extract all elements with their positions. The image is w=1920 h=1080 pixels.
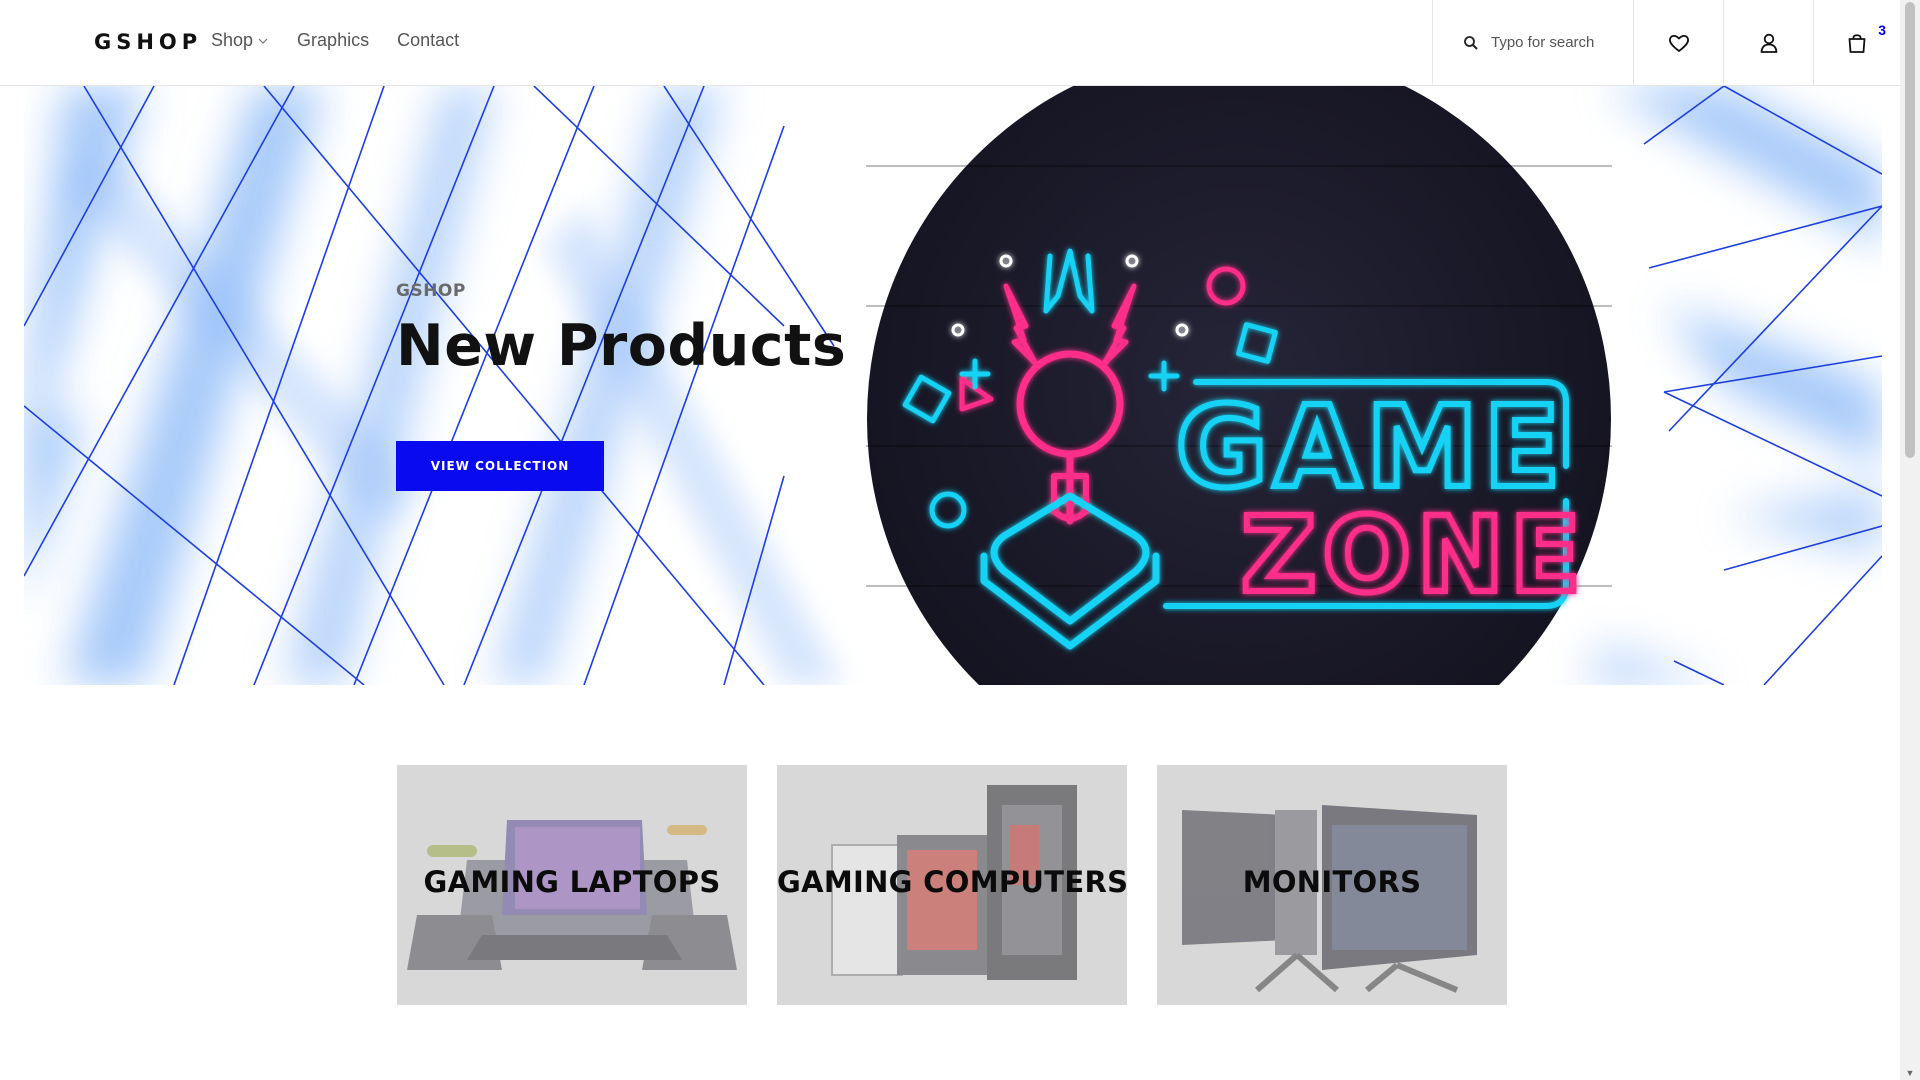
site-logo[interactable]: GSHOP — [94, 30, 202, 54]
game-zone-text-zone: ZONE — [1241, 494, 1587, 616]
account-button[interactable] — [1723, 0, 1813, 86]
game-zone-neon-image: GAME ZONE — [866, 86, 1612, 685]
search-box — [1432, 0, 1633, 86]
view-collection-button[interactable]: VIEW COLLECTION — [396, 441, 604, 491]
chevron-down-icon — [258, 38, 268, 44]
category-card-gaming-laptops[interactable]: GAMING LAPTOPS — [397, 765, 747, 1005]
nav-item-label: Graphics — [297, 30, 370, 50]
nav-item-contact[interactable]: Contact — [397, 30, 459, 51]
user-icon — [1760, 33, 1777, 53]
nav-item-label: Contact — [397, 30, 460, 50]
category-card-monitors[interactable]: MONITORS — [1157, 765, 1507, 1005]
main-nav: Shop Graphics Contact — [211, 30, 459, 51]
category-label: GAMING LAPTOPS — [423, 865, 721, 899]
hero-title: New Products — [396, 313, 847, 379]
nav-item-label: Shop — [211, 30, 254, 50]
cart-count-badge: 3 — [1878, 22, 1886, 38]
category-label: GAMING COMPUTERS — [777, 865, 1127, 899]
hero-banner: GAME ZONE GSHOP New Products VIEW COLLEC… — [24, 86, 1882, 685]
cart-button[interactable]: 3 — [1813, 0, 1900, 86]
scroll-down-arrow-icon[interactable]: ▼ — [1905, 1068, 1915, 1078]
category-grid: GAMING LAPTOPS GAMING COMPUTERS MONITORS — [397, 765, 1507, 1005]
hero-eyebrow: GSHOP — [396, 281, 466, 301]
nav-item-shop[interactable]: Shop — [211, 30, 269, 51]
search-input[interactable] — [1491, 30, 1626, 54]
nav-item-graphics[interactable]: Graphics — [297, 30, 369, 51]
wishlist-button[interactable] — [1633, 0, 1723, 86]
shopping-bag-icon — [1848, 34, 1866, 53]
category-card-gaming-computers[interactable]: GAMING COMPUTERS — [777, 765, 1127, 1005]
site-header: GSHOP Shop Graphics Contact Typo for sea… — [0, 0, 1900, 86]
page-scrollbar[interactable]: ▼ — [1900, 0, 1920, 1080]
category-label: MONITORS — [1242, 865, 1422, 899]
scrollbar-thumb[interactable] — [1905, 2, 1915, 458]
heart-icon — [1668, 34, 1689, 52]
search-icon[interactable] — [1463, 35, 1479, 51]
